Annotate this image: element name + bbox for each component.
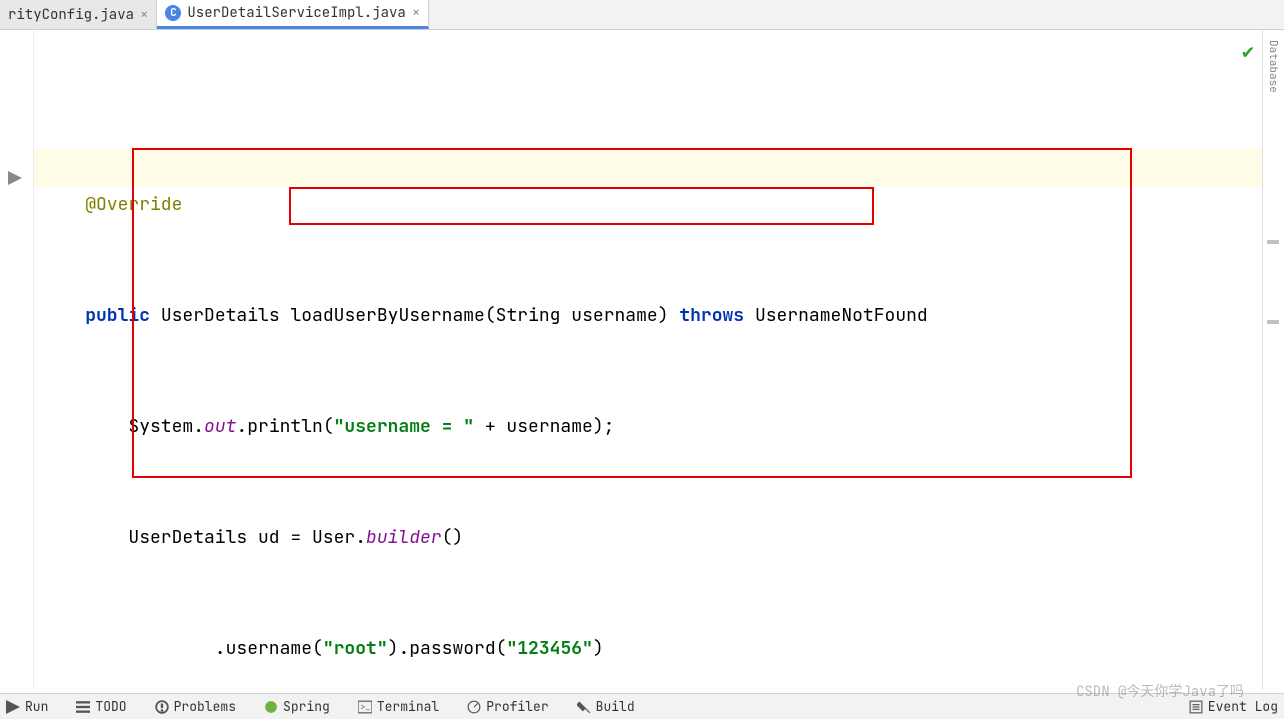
editor-area: @Override public UserDetails loadUserByU… bbox=[0, 30, 1284, 690]
play-icon bbox=[6, 700, 20, 714]
log-icon bbox=[1189, 700, 1203, 714]
build-toolwindow[interactable]: Build bbox=[577, 698, 635, 715]
profiler-toolwindow[interactable]: Profiler bbox=[467, 698, 548, 715]
todo-toolwindow[interactable]: TODO bbox=[76, 698, 126, 715]
terminal-icon: >_ bbox=[358, 700, 372, 714]
run-gutter-icon[interactable] bbox=[8, 168, 22, 191]
problems-toolwindow[interactable]: Problems bbox=[155, 698, 236, 715]
hammer-icon bbox=[577, 700, 591, 714]
watermark: CSDN @今天你学Java了吗 bbox=[1076, 681, 1244, 701]
inspection-ok-icon[interactable]: ✔ bbox=[1242, 38, 1254, 64]
svg-text:>_: >_ bbox=[360, 702, 370, 712]
editor-tabs: rityConfig.java × C UserDetailServiceImp… bbox=[0, 0, 1284, 30]
scrollbar-marker bbox=[1267, 240, 1279, 244]
tab-active[interactable]: C UserDetailServiceImpl.java × bbox=[157, 0, 429, 29]
right-toolwindows: Database bbox=[1262, 30, 1284, 93]
terminal-toolwindow[interactable]: >_ Terminal bbox=[358, 698, 439, 715]
tab-label: rityConfig.java bbox=[8, 6, 134, 24]
tab-label: UserDetailServiceImpl.java bbox=[187, 4, 405, 22]
warning-icon bbox=[155, 700, 169, 714]
tab-inactive[interactable]: rityConfig.java × bbox=[0, 0, 157, 29]
code-editor[interactable]: @Override public UserDetails loadUserByU… bbox=[34, 30, 1262, 690]
current-line-highlight bbox=[34, 149, 1262, 186]
java-class-icon: C bbox=[165, 5, 181, 21]
scrollbar-marker bbox=[1267, 320, 1279, 324]
close-icon[interactable]: × bbox=[412, 4, 420, 22]
database-toolwindow[interactable]: Database bbox=[1266, 40, 1280, 93]
annotation: @Override bbox=[85, 193, 182, 216]
scrollbar-rail[interactable] bbox=[1262, 30, 1284, 690]
spring-toolwindow[interactable]: Spring bbox=[264, 698, 330, 715]
close-icon[interactable]: × bbox=[140, 6, 148, 24]
gutter bbox=[0, 30, 34, 690]
spring-icon bbox=[264, 700, 278, 714]
run-toolwindow[interactable]: Run bbox=[6, 698, 48, 715]
list-icon bbox=[76, 700, 90, 714]
gauge-icon bbox=[467, 700, 481, 714]
